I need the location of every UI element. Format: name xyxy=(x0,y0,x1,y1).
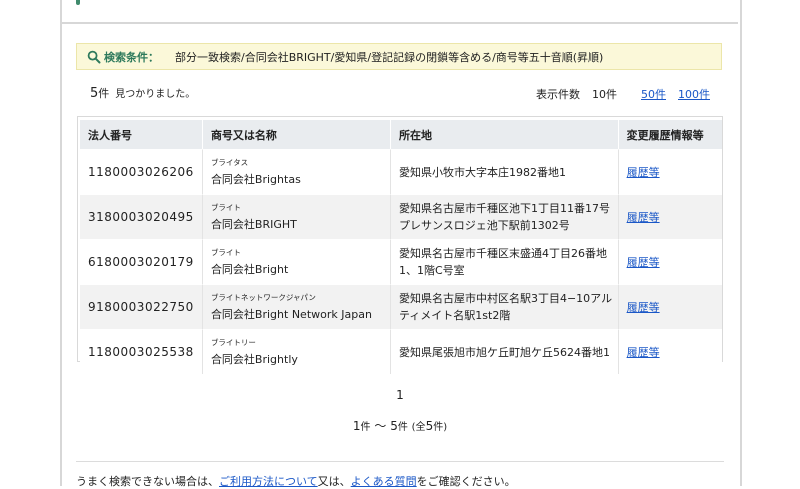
table-row: 9180003022750 ブライトネットワークジャパン合同会社Bright N… xyxy=(80,284,722,329)
corporate-number: 1180003025538 xyxy=(88,345,194,359)
header-corporate-number: 法人番号 xyxy=(80,120,203,149)
table-header-row: 法人番号 商号又は名称 所在地 変更履歴情報等 xyxy=(80,120,722,149)
trade-name: 合同会社Bright Network Japan xyxy=(210,308,372,321)
top-accent-mark xyxy=(76,0,80,5)
per-page-selector: 表示件数 10件 50件 100件 xyxy=(536,86,710,102)
results-table: 法人番号 商号又は名称 所在地 変更履歴情報等 1180003026206 ブラ… xyxy=(80,120,722,374)
range-total-suffix: ) xyxy=(443,422,448,433)
range-from: 1 xyxy=(352,419,361,433)
search-icon xyxy=(87,50,101,64)
range-to: 5 xyxy=(390,419,398,433)
help-mid: 又は、 xyxy=(317,475,351,488)
history-link[interactable]: 履歴等 xyxy=(627,256,660,269)
history-link[interactable]: 履歴等 xyxy=(627,301,660,314)
result-count: 5件 見つかりました。 xyxy=(90,85,195,101)
trade-name-kana: ブライト xyxy=(210,203,241,212)
history-link[interactable]: 履歴等 xyxy=(627,166,660,179)
trade-name: 合同会社BRIGHT xyxy=(210,218,297,231)
trade-name: 合同会社Brightly xyxy=(210,353,298,366)
result-count-message: 見つかりました。 xyxy=(115,89,196,100)
faq-link[interactable]: よくある質問 xyxy=(351,475,417,488)
range-unit: 件 xyxy=(397,422,408,433)
table-row: 1180003025538 ブライトリー合同会社Brightly 愛知県尾張旭市… xyxy=(80,329,722,374)
table-row: 6180003020179 ブライト合同会社Bright 愛知県名古屋市千種区末… xyxy=(80,239,722,284)
trade-name-kana: ブライトリー xyxy=(210,338,256,347)
top-divider xyxy=(62,22,738,24)
history-link[interactable]: 履歴等 xyxy=(627,211,660,224)
history-link[interactable]: 履歴等 xyxy=(627,346,660,359)
per-page-100-link[interactable]: 100件 xyxy=(678,86,710,102)
per-page-50-link[interactable]: 50件 xyxy=(641,86,666,102)
trade-name: 合同会社Bright xyxy=(210,263,289,276)
corporate-number: 9180003022750 xyxy=(88,300,194,314)
per-page-current: 10件 xyxy=(592,88,617,101)
criteria-value: 部分一致検索/合同会社BRIGHT/愛知県/登記記録の閉鎖等含める/商号等五十音… xyxy=(175,50,604,64)
help-text: うまく検索できない場合は、ご利用方法について又は、よくある質問をご確認ください。 xyxy=(76,473,516,489)
result-count-unit: 件 xyxy=(98,87,110,100)
results-table-container: 法人番号 商号又は名称 所在地 変更履歴情報等 1180003026206 ブラ… xyxy=(77,116,723,374)
trade-name-kana: ブライトネットワークジャパン xyxy=(210,293,316,302)
result-range: 1件 ～ 5件 (全5件) xyxy=(0,417,800,434)
address: 愛知県名古屋市中村区名駅3丁目4−10アルティメイト名駅1st2階 xyxy=(390,284,619,329)
per-page-label: 表示件数 xyxy=(536,88,580,101)
trade-name-kana: ブライタス xyxy=(210,158,249,167)
range-unit: 件 xyxy=(433,422,444,433)
corporate-number: 6180003020179 xyxy=(88,255,194,269)
criteria-label: 検索条件： xyxy=(104,50,159,64)
current-page-number: 1 xyxy=(396,388,404,402)
header-trade-name: 商号又は名称 xyxy=(202,120,391,149)
address: 愛知県尾張旭市旭ケ丘町旭ケ丘5624番地1 xyxy=(390,329,619,374)
search-criteria-bar: 検索条件： 部分一致検索/合同会社BRIGHT/愛知県/登記記録の閉鎖等含める/… xyxy=(76,43,722,70)
range-total-prefix: (全 xyxy=(411,422,426,433)
header-history: 変更履歴情報等 xyxy=(618,120,722,149)
pagination: 1 xyxy=(0,388,800,402)
corporate-number: 3180003020495 xyxy=(88,210,194,224)
help-suffix: をご確認ください。 xyxy=(416,475,516,488)
trade-name: 合同会社Brightas xyxy=(210,173,301,186)
footer-divider xyxy=(76,461,724,462)
help-prefix: うまく検索できない場合は、 xyxy=(76,475,219,488)
address: 愛知県名古屋市千種区池下1丁目11番17号プレサンスロジェ池下駅前1302号 xyxy=(390,194,619,239)
address: 愛知県名古屋市千種区末盛通4丁目26番地1、1階C号室 xyxy=(390,239,619,284)
range-tilde: ～ xyxy=(374,419,387,433)
trade-name-kana: ブライト xyxy=(210,248,241,257)
corporate-number: 1180003026206 xyxy=(88,165,194,179)
table-row: 3180003020495 ブライト合同会社BRIGHT 愛知県名古屋市千種区池… xyxy=(80,194,722,239)
table-row: 1180003026206 ブライタス合同会社Brightas 愛知県小牧市大字… xyxy=(80,149,722,194)
usage-guide-link[interactable]: ご利用方法について xyxy=(219,475,318,488)
range-unit: 件 xyxy=(360,422,371,433)
header-address: 所在地 xyxy=(390,120,619,149)
address: 愛知県小牧市大字本庄1982番地1 xyxy=(390,149,619,194)
